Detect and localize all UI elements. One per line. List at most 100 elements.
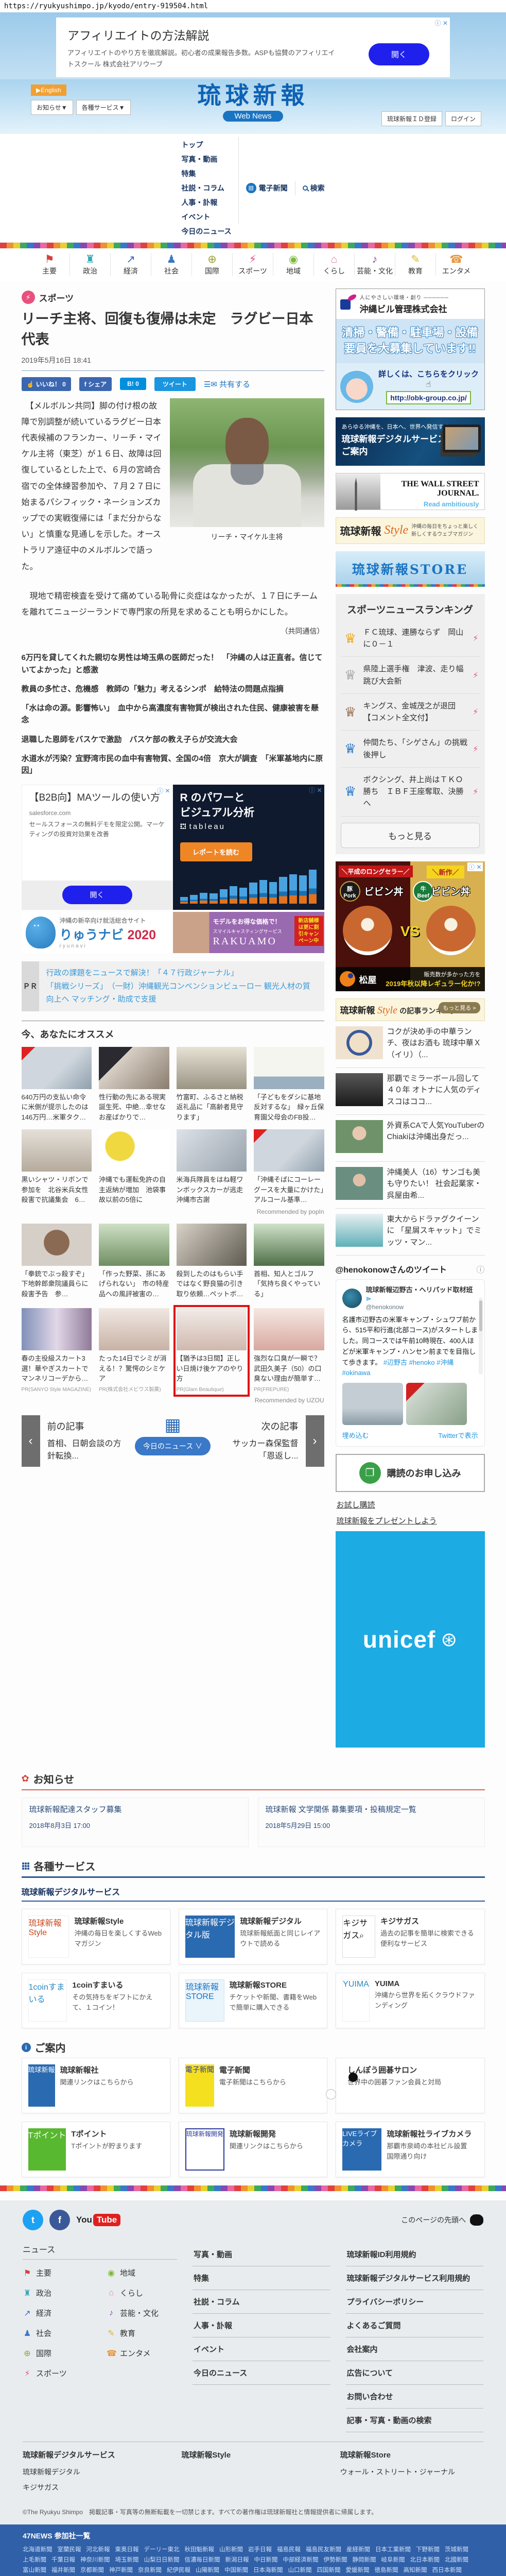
info-icon[interactable]: ⓘ	[476, 1263, 484, 1275]
related-link[interactable]: 6万円を貸してくれた親切な男性は埼玉県の医師だった！ 「沖縄の人は正直者。信じて…	[22, 652, 324, 676]
news47-paper-link[interactable]: 紀伊民報	[167, 2566, 190, 2574]
nav-item[interactable]: トップ	[174, 138, 239, 152]
ad-info-close-icon[interactable]: ⓘ ✕	[157, 786, 170, 795]
news47-paper-link[interactable]: 高知新聞	[404, 2566, 427, 2574]
footer-link[interactable]: 人事・訃報	[193, 2314, 330, 2338]
id-register-button[interactable]: 琉球新報ＩＤ登録	[381, 111, 442, 127]
guide-card[interactable]: LIVEライブカメラ 琉球新報社ライブカメラ 那覇市泉崎の本社ビル設置 国際通り…	[336, 2122, 485, 2178]
wsj-banner[interactable]: THE WALL STREET JOURNAL. Read ambitiousl…	[335, 472, 485, 510]
nav-item[interactable]: 写真・動画	[174, 152, 239, 167]
top-ad-open-button[interactable]: 開く	[368, 43, 429, 65]
category-link[interactable]: ⊕ 国際	[192, 253, 233, 277]
news47-paper-link[interactable]: 中部経済新聞	[283, 2555, 319, 2564]
recommend-card[interactable]: たった14日でシミが消える！？驚愕のシミケア PR(株式会社メビウス製薬)	[99, 1308, 169, 1394]
obk-url[interactable]: http://obk-group.co.jp/	[386, 391, 471, 404]
tweet-scrollbar[interactable]	[478, 1297, 483, 1375]
recommend-card[interactable]: 「沖縄そばにコーレーグースを大量にかけた」アルコール基準…	[254, 1129, 324, 1205]
gift-subscription-link[interactable]: 琉球新報をプレゼントしよう	[337, 1515, 484, 1526]
category-link[interactable]: ♟ 社会	[151, 253, 192, 277]
recommend-card[interactable]: 沖縄でも運転免許の自主返納が増加 池袋事故以前の5倍に	[99, 1129, 169, 1205]
related-link[interactable]: 退職した恩師をバスケで激励 バスケ部の教え子らが交流大会	[22, 734, 324, 745]
news47-paper-link[interactable]: 岐阜新聞	[381, 2555, 405, 2564]
news47-paper-link[interactable]: 四国新聞	[317, 2566, 341, 2574]
news47-paper-link[interactable]: 福島民報	[277, 2545, 301, 2553]
twitter-icon[interactable]: t	[23, 2210, 43, 2231]
ad-tableau[interactable]: ⓘ ✕ R のパワーと ビジュアル分析 tableau レポートを読む	[172, 785, 324, 910]
style-ranking-item[interactable]: 那覇でミラーボール回して４０年 オトナに人気のディスコはココ...	[335, 1068, 485, 1115]
style-ranking-item[interactable]: コクが決め手の中華ランチ、夜はお酒も 琉球中華Ｘ（イリ）（...	[335, 1021, 485, 1068]
news47-paper-link[interactable]: 茨城新聞	[445, 2545, 468, 2553]
site-logo[interactable]: 琉球新報 Web News	[145, 79, 361, 122]
category-link[interactable]: ↗ 経済	[111, 253, 151, 277]
footer-category-link[interactable]: ⚡ スポーツ	[23, 2363, 93, 2383]
footer-legal-link[interactable]: プライバシーポリシー	[345, 2290, 483, 2314]
footer-category-link[interactable]: ⊕ 国際	[23, 2343, 93, 2363]
service-card[interactable]: 琉球新報STORE 琉球新報STORE チケットや新聞、書籍をWebで簡単に購入…	[178, 1973, 328, 2029]
footer-category-link[interactable]: ♟ 社会	[23, 2323, 93, 2343]
ad-info-close-icon[interactable]: ⓘ ✕	[467, 862, 483, 871]
category-link[interactable]: ◉ 地域	[273, 253, 314, 277]
footer-category-link[interactable]: ⚑ 主要	[23, 2263, 93, 2283]
service-card[interactable]: YUIMA YUIMA 沖縄から世界を拓くクラウドファンディング	[336, 1973, 485, 2029]
news47-paper-link[interactable]: 富山新聞	[23, 2566, 46, 2574]
login-button[interactable]: ログイン	[445, 111, 481, 127]
nav-search[interactable]: 検索	[295, 181, 332, 195]
style-ranking-item[interactable]: 東大からドラァグクイーンに 「星屑スキャット」でミッツ・マン...	[335, 1209, 485, 1256]
service-card[interactable]: 琉球新報デジタル版 琉球新報デジタル 琉球新報紙面と同じレイアウトで読める	[178, 1909, 328, 1965]
category-link[interactable]: ♪ 芸能・文化	[355, 253, 395, 277]
footer-legal-link[interactable]: お問い合わせ	[345, 2385, 483, 2409]
pr-link[interactable]: 行政の課題をニュースで解決！「４７行政ジャーナル」	[46, 967, 317, 980]
news47-paper-link[interactable]: 信濃毎日新聞	[185, 2555, 220, 2564]
footer-legal-link[interactable]: 記事・写真・動画の検索	[345, 2409, 483, 2433]
nav-item[interactable]: 特集	[174, 166, 239, 181]
news47-paper-link[interactable]: 山口新聞	[288, 2566, 312, 2574]
footer-link[interactable]: 特集	[193, 2266, 330, 2291]
guide-card[interactable]: Tポイント Tポイント Tポイントが貯まります	[21, 2122, 170, 2178]
recommend-card[interactable]: 殺到したのはもらい手ではなく野良猫の引き取り依頼…ペットボ…	[176, 1223, 247, 1301]
news47-paper-link[interactable]: 中国新聞	[224, 2566, 248, 2574]
recommend-card[interactable]: 【猶予は3日間】正しい日焼け後ケアのやり方 PR(Glam Beautique)	[173, 1305, 250, 1397]
news47-paper-link[interactable]: 京都新聞	[80, 2566, 104, 2574]
news47-paper-link[interactable]: 岩手日報	[248, 2545, 272, 2553]
recommend-card[interactable]: 640万円の支払い命令に米側が提示したのは146万円…米軍タク…	[21, 1046, 92, 1123]
back-to-top-link[interactable]: このページの先頭へ	[401, 2214, 483, 2226]
ad-open-button[interactable]: 開く	[62, 886, 132, 905]
more-button[interactable]: もっと見る	[340, 822, 480, 848]
footer-link[interactable]: 今日のニュース	[193, 2361, 330, 2385]
guide-card[interactable]: 電子新聞 電子新聞 電子新聞はこちらから	[178, 2058, 328, 2114]
tweet-button[interactable]: ツイート	[154, 377, 196, 391]
footer-legal-link[interactable]: 琉球新報ID利用規約	[345, 2243, 483, 2267]
ranking-item[interactable]: ♛ 4 仲間たち、「シゲさん」の挑戦後押し ⚡	[340, 731, 480, 768]
news47-paper-link[interactable]: 北日本新聞	[410, 2555, 440, 2564]
recommend-card[interactable]: 黒いシャツ・リボンで参加を 北谷米兵女性殺害で抗議集会 6…	[21, 1129, 92, 1205]
top-ad-title[interactable]: アフィリエイトの方法解説	[67, 26, 439, 43]
prev-arrow[interactable]: ‹	[21, 1415, 40, 1467]
service-card[interactable]: キジサガス⌕ キジサガス 過去の記事を簡単に検索できる便利なサービス	[336, 1909, 485, 1965]
news47-paper-link[interactable]: 奈良新聞	[138, 2566, 162, 2574]
english-button[interactable]: ▶English	[31, 84, 66, 96]
category-link[interactable]: ✎ 教育	[395, 253, 436, 277]
trial-subscription-link[interactable]: お試し購読	[337, 1499, 484, 1510]
footer-category-link[interactable]: ⌂ くらし	[107, 2283, 177, 2303]
news47-paper-link[interactable]: 山梨日日新聞	[144, 2555, 180, 2564]
ranking-item[interactable]: ♛ 2 県陸上選手権 津波、走り幅跳び大会新 ⚡	[340, 657, 480, 694]
footer2-link[interactable]: 琉球新報デジタル	[23, 2464, 166, 2480]
notice-item[interactable]: 琉球新報 文学関係 募集要項・投稿規定一覧 2018年5月29日 15:00	[257, 1798, 485, 1848]
ad-rakuamo[interactable]: モデルをお得な価格で！ スマイルキャスティングサービス RAKUAMO 新店舗様…	[172, 912, 324, 954]
news47-paper-link[interactable]: 福島民友新聞	[306, 2545, 341, 2553]
news47-paper-link[interactable]: 新潟日報	[225, 2555, 249, 2564]
nav-epaper[interactable]: ▤ 電子新聞	[239, 181, 295, 196]
facebook-icon[interactable]: f	[49, 2210, 70, 2231]
view-on-twitter-link[interactable]: Twitterで表示	[438, 1430, 478, 1440]
news47-paper-link[interactable]: 埼玉新聞	[115, 2555, 139, 2564]
digital-service-banner[interactable]: あらゆる沖縄を、日本へ、世界へ発信する 琉球新報デジタルサービスの ご案内	[335, 417, 485, 466]
unicef-banner[interactable]: unicef ⊛	[335, 1531, 485, 1748]
footer-category-link[interactable]: ↗ 経済	[23, 2303, 93, 2323]
guide-card[interactable]: 琉球新報 琉球新報社 関連リンクはこちらから	[21, 2058, 170, 2114]
news47-paper-link[interactable]: 産経新聞	[346, 2545, 370, 2553]
ad-okinawa-building[interactable]: 人にやさしい環境・創り ────── 沖縄ビル管理株式会社 清掃・警備・駐車場・…	[335, 289, 485, 410]
footer-category-link[interactable]: ✎ 教育	[107, 2323, 177, 2343]
news47-paper-link[interactable]: 静岡新聞	[353, 2555, 376, 2564]
article-photo[interactable]	[169, 398, 324, 527]
style-ranking-item[interactable]: 外資系CAで人気YouTuberのChiakiは沖縄出身だっ...	[335, 1115, 485, 1162]
